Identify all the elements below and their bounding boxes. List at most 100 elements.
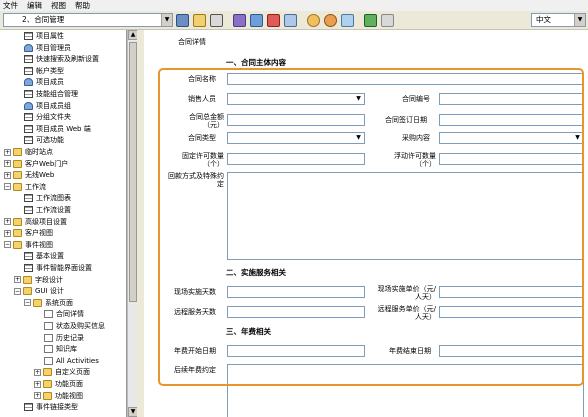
tree-item-label: 临时站点 [25,148,53,156]
tree-item[interactable]: 历史记录 [44,333,84,343]
tree-item[interactable]: + 临时站点 [4,147,53,157]
tree-item[interactable]: + 客户Web门户 [4,159,68,169]
grid-icon[interactable] [381,14,394,27]
tree-item[interactable]: 项目成员 [24,77,64,87]
tree-item[interactable]: 项目成员组 [24,101,71,111]
form-icon[interactable] [176,14,189,27]
tree-item-label: 项目成员组 [36,101,71,110]
tree-item[interactable]: − GUI 设计 [14,286,64,296]
tree-item[interactable]: 分组文件夹 [24,112,71,122]
collapse-icon[interactable]: − [14,287,21,295]
page-icon [44,333,53,342]
expand-icon[interactable]: + [4,171,11,179]
navigation-tree[interactable]: 项目属性项目管理员 快速搜索及刷新设置 帐户类型 项目成员技能组合管理 项目成员组分组文… [0,30,127,417]
grid-icon [24,32,33,40]
tree-item[interactable]: 状态及购买信息 [44,321,105,331]
chevron-down-icon: ▼ [161,14,172,26]
tree-item-label: 客户Web门户 [25,159,69,168]
tree-item[interactable]: 合同详情 [44,309,84,320]
folder-icon [33,298,42,307]
tree-item-label: 知识库 [56,345,77,354]
grid-icon [24,55,33,64]
grid-icon [24,194,33,203]
tree-item[interactable]: 工作流设置 [24,205,71,215]
toolbar: 2、合同管理 ▼ 中文 ▼ [0,11,588,30]
tree-item[interactable]: + 字段设计 [14,275,63,285]
menu-help[interactable]: 帮助 [75,0,90,11]
tree-item-label: 工作流设置 [36,206,71,214]
tree-item-label: 字段设计 [35,275,63,284]
tree-item-label: 分组文件夹 [36,113,71,122]
tree-item[interactable]: − 系统页面 [24,298,73,308]
tree-item[interactable]: + 功能页面 [34,379,83,389]
folder-icon [13,171,22,180]
tree-item[interactable]: − 事件视图 [4,240,53,250]
settings-icon[interactable] [341,14,354,27]
copy-icon[interactable] [233,14,246,27]
scrollbar-thumb[interactable] [129,42,137,302]
folder-icon [13,229,22,238]
tree-item-label: 合同详情 [56,310,84,319]
tree-scrollbar[interactable]: ▲ ▼ [127,30,138,417]
user-icon[interactable] [307,14,320,27]
grid-icon [24,66,33,75]
menu-file[interactable]: 文件 [3,0,18,11]
grid-icon [24,90,33,98]
split-icon[interactable] [364,14,377,27]
expand-icon[interactable]: + [34,392,41,400]
pane-splitter[interactable] [137,30,144,417]
users-icon[interactable] [324,14,337,27]
tree-item[interactable]: 技能组合管理 [24,89,78,99]
form-select[interactable]: 2、合同管理 ▼ [3,13,173,27]
expand-icon[interactable]: + [14,276,21,284]
tree-item[interactable]: + 功能视图 [34,391,83,401]
expand-icon[interactable]: + [34,368,41,376]
tree-item[interactable]: 帐户类型 [24,66,64,76]
tree-item[interactable]: 事件链接类型 [24,402,78,412]
tree-item[interactable]: 可选功能 [24,135,64,145]
user-icon [24,78,33,87]
folder-icon [43,368,52,377]
paste-icon[interactable] [250,14,263,27]
folder-icon [13,148,22,156]
tree-item-label: 高级项目设置 [25,217,67,226]
expand-icon[interactable]: + [34,380,41,388]
collapse-icon[interactable]: − [4,241,11,249]
tree-item[interactable]: 项目成员 Web 端 [24,124,91,134]
tree-item[interactable]: + 无线Web [4,170,54,180]
tree-item-label: GUI 设计 [35,287,64,296]
chevron-down-icon: ▼ [574,14,585,26]
language-select[interactable]: 中文 ▼ [531,13,586,27]
tree-item[interactable]: + 高级项目设置 [4,217,67,227]
tree-item[interactable]: 基本设置 [24,251,64,261]
collapse-icon[interactable]: − [4,183,11,191]
save-icon[interactable] [210,14,223,27]
tree-item[interactable]: 项目管理员 [24,43,71,53]
tree-item[interactable]: All Activities [44,356,99,366]
highlight-frame [158,68,584,386]
grid-icon [24,252,33,261]
properties-icon[interactable] [284,14,297,27]
folder-open-icon[interactable] [193,14,206,27]
collapse-icon[interactable]: − [24,299,31,307]
expand-icon[interactable]: + [4,229,11,237]
tree-item[interactable]: − 工作流 [4,182,46,192]
tree-item[interactable]: 事件智能界面设置 [24,263,92,273]
menu-view[interactable]: 视图 [51,0,66,11]
delete-icon[interactable] [267,14,280,27]
expand-icon[interactable]: + [4,148,11,156]
tree-item-label: 基本设置 [36,252,64,261]
tree-item[interactable]: 项目属性 [24,31,64,41]
tree-item-label: 事件智能界面设置 [36,264,92,272]
tree-item[interactable]: 快速搜索及刷新设置 [24,54,99,64]
page-icon [44,356,53,365]
tree-item[interactable]: + 客户视图 [4,228,53,238]
tree-item[interactable]: 工作流图表 [24,193,71,203]
folder-icon [43,391,52,400]
tree-item[interactable]: + 自定义页面 [34,367,90,377]
menu-edit[interactable]: 编辑 [27,0,42,11]
tree-item[interactable]: 知识库 [44,344,77,354]
expand-icon[interactable]: + [4,160,11,168]
expand-icon[interactable]: + [4,218,11,226]
tree-item-label: 工作流 [25,182,46,191]
